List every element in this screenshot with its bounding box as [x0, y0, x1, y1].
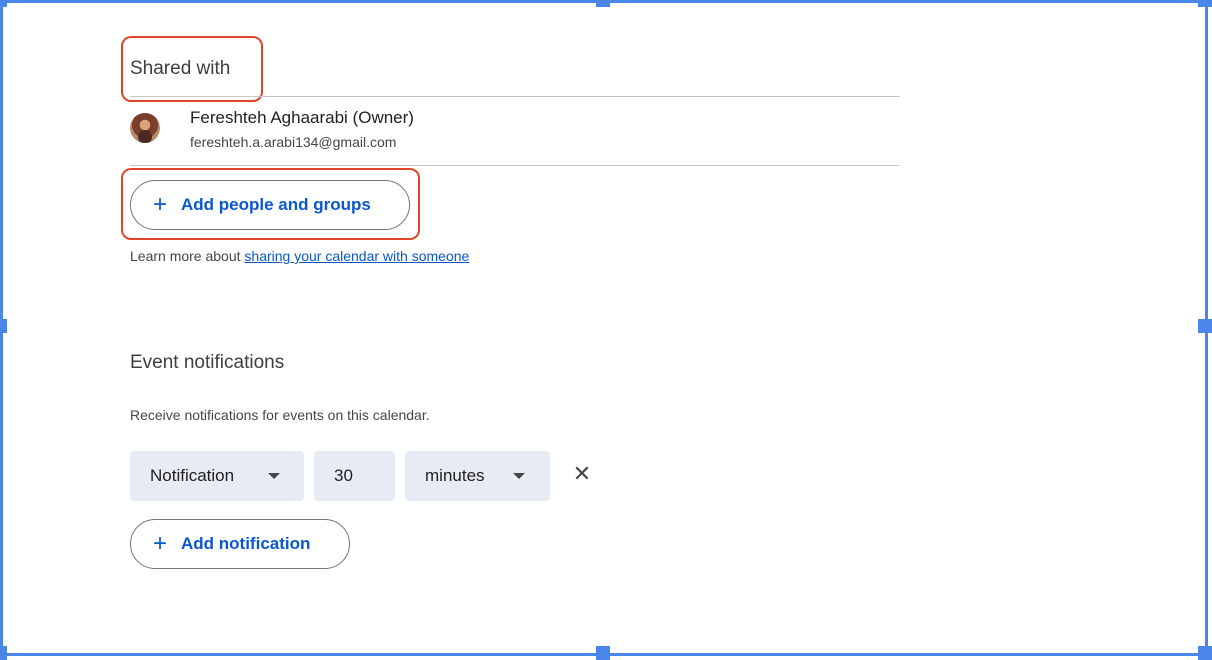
divider-bottom	[130, 165, 900, 166]
resize-handle-top-left[interactable]	[0, 0, 7, 7]
resize-handle-left[interactable]	[0, 319, 7, 333]
notification-amount-input[interactable]: 30	[314, 451, 395, 501]
plus-icon: +	[153, 191, 168, 218]
resize-handle-bottom-left[interactable]	[0, 646, 7, 660]
learn-more-text: Learn more about sharing your calendar w…	[130, 248, 469, 264]
resize-handle-bottom[interactable]	[596, 646, 610, 660]
notification-unit-select[interactable]: minutes	[405, 451, 550, 501]
screenshot-frame: Shared with Fereshteh Aghaarabi (Owner) …	[0, 0, 1212, 660]
event-notifications-description: Receive notifications for events on this…	[130, 407, 430, 423]
add-notification-button[interactable]: + Add notification	[130, 519, 350, 569]
resize-handle-top-right[interactable]	[1198, 0, 1212, 7]
event-notifications-title: Event notifications	[130, 352, 285, 373]
learn-more-link[interactable]: sharing your calendar with someone	[244, 248, 469, 264]
chevron-down-icon	[513, 473, 525, 479]
owner-email: fereshteh.a.arabi134@gmail.com	[190, 134, 397, 150]
divider-top	[130, 96, 900, 97]
add-notification-label: Add notification	[181, 534, 311, 553]
chevron-down-icon	[268, 473, 280, 479]
owner-name: Fereshteh Aghaarabi (Owner)	[190, 108, 414, 127]
close-icon[interactable]: ✕	[570, 462, 594, 486]
resize-handle-right[interactable]	[1198, 319, 1212, 333]
plus-icon: +	[153, 530, 168, 557]
notification-amount-value: 30	[334, 466, 353, 485]
resize-handle-bottom-right[interactable]	[1198, 646, 1212, 660]
owner-avatar	[130, 113, 160, 143]
shared-with-title: Shared with	[130, 58, 231, 79]
learn-more-prefix: Learn more about	[130, 248, 245, 264]
resize-handle-top[interactable]	[596, 0, 610, 7]
notification-unit-value: minutes	[425, 466, 485, 485]
notification-type-value: Notification	[150, 466, 235, 485]
add-people-label: Add people and groups	[181, 195, 371, 214]
add-people-button[interactable]: + Add people and groups	[130, 180, 410, 230]
notification-type-select[interactable]: Notification	[130, 451, 304, 501]
